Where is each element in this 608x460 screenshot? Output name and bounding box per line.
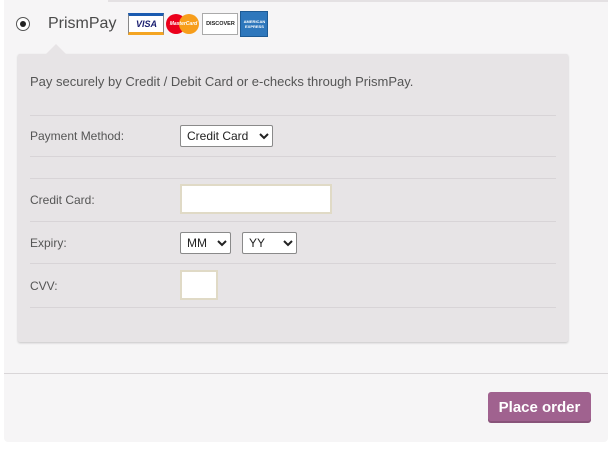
payment-method-row[interactable]: PrismPay VISA MasterCard DISCOVER AMERIC…: [16, 10, 269, 38]
section-divider: [4, 373, 608, 374]
credit-card-input[interactable]: [180, 184, 332, 214]
payment-description: Pay securely by Credit / Debit Card or e…: [30, 74, 414, 89]
payment-method-select[interactable]: Credit Card: [180, 125, 273, 147]
payment-method-label: Payment Method:: [30, 129, 125, 143]
credit-card-label: Credit Card:: [30, 193, 95, 207]
mastercard-logo-icon: MasterCard: [166, 13, 200, 35]
divider: [30, 221, 556, 222]
panel-pointer: [46, 44, 66, 54]
expiry-year-select[interactable]: YY: [242, 232, 297, 254]
divider: [30, 307, 556, 308]
place-order-button[interactable]: Place order: [488, 392, 591, 423]
cvv-input[interactable]: [180, 270, 218, 300]
card-logos: VISA MasterCard DISCOVER AMERICAN EXPRES…: [128, 11, 269, 37]
cvv-label: CVV:: [30, 279, 58, 293]
expiry-label: Expiry:: [30, 236, 67, 250]
visa-logo-icon: VISA: [128, 13, 165, 35]
divider: [30, 263, 556, 264]
divider: [30, 178, 556, 179]
payment-method-title[interactable]: PrismPay: [48, 15, 116, 33]
discover-logo-icon: DISCOVER: [202, 13, 239, 35]
amex-logo-icon: AMERICAN EXPRESS: [240, 11, 269, 37]
divider: [30, 156, 556, 157]
divider: [30, 115, 556, 116]
payment-radio[interactable]: [16, 17, 30, 31]
radio-dot-icon: [20, 21, 26, 27]
payment-box: Pay securely by Credit / Debit Card or e…: [18, 44, 568, 342]
tab-edge: [108, 0, 608, 2]
expiry-month-select[interactable]: MM: [180, 232, 231, 254]
